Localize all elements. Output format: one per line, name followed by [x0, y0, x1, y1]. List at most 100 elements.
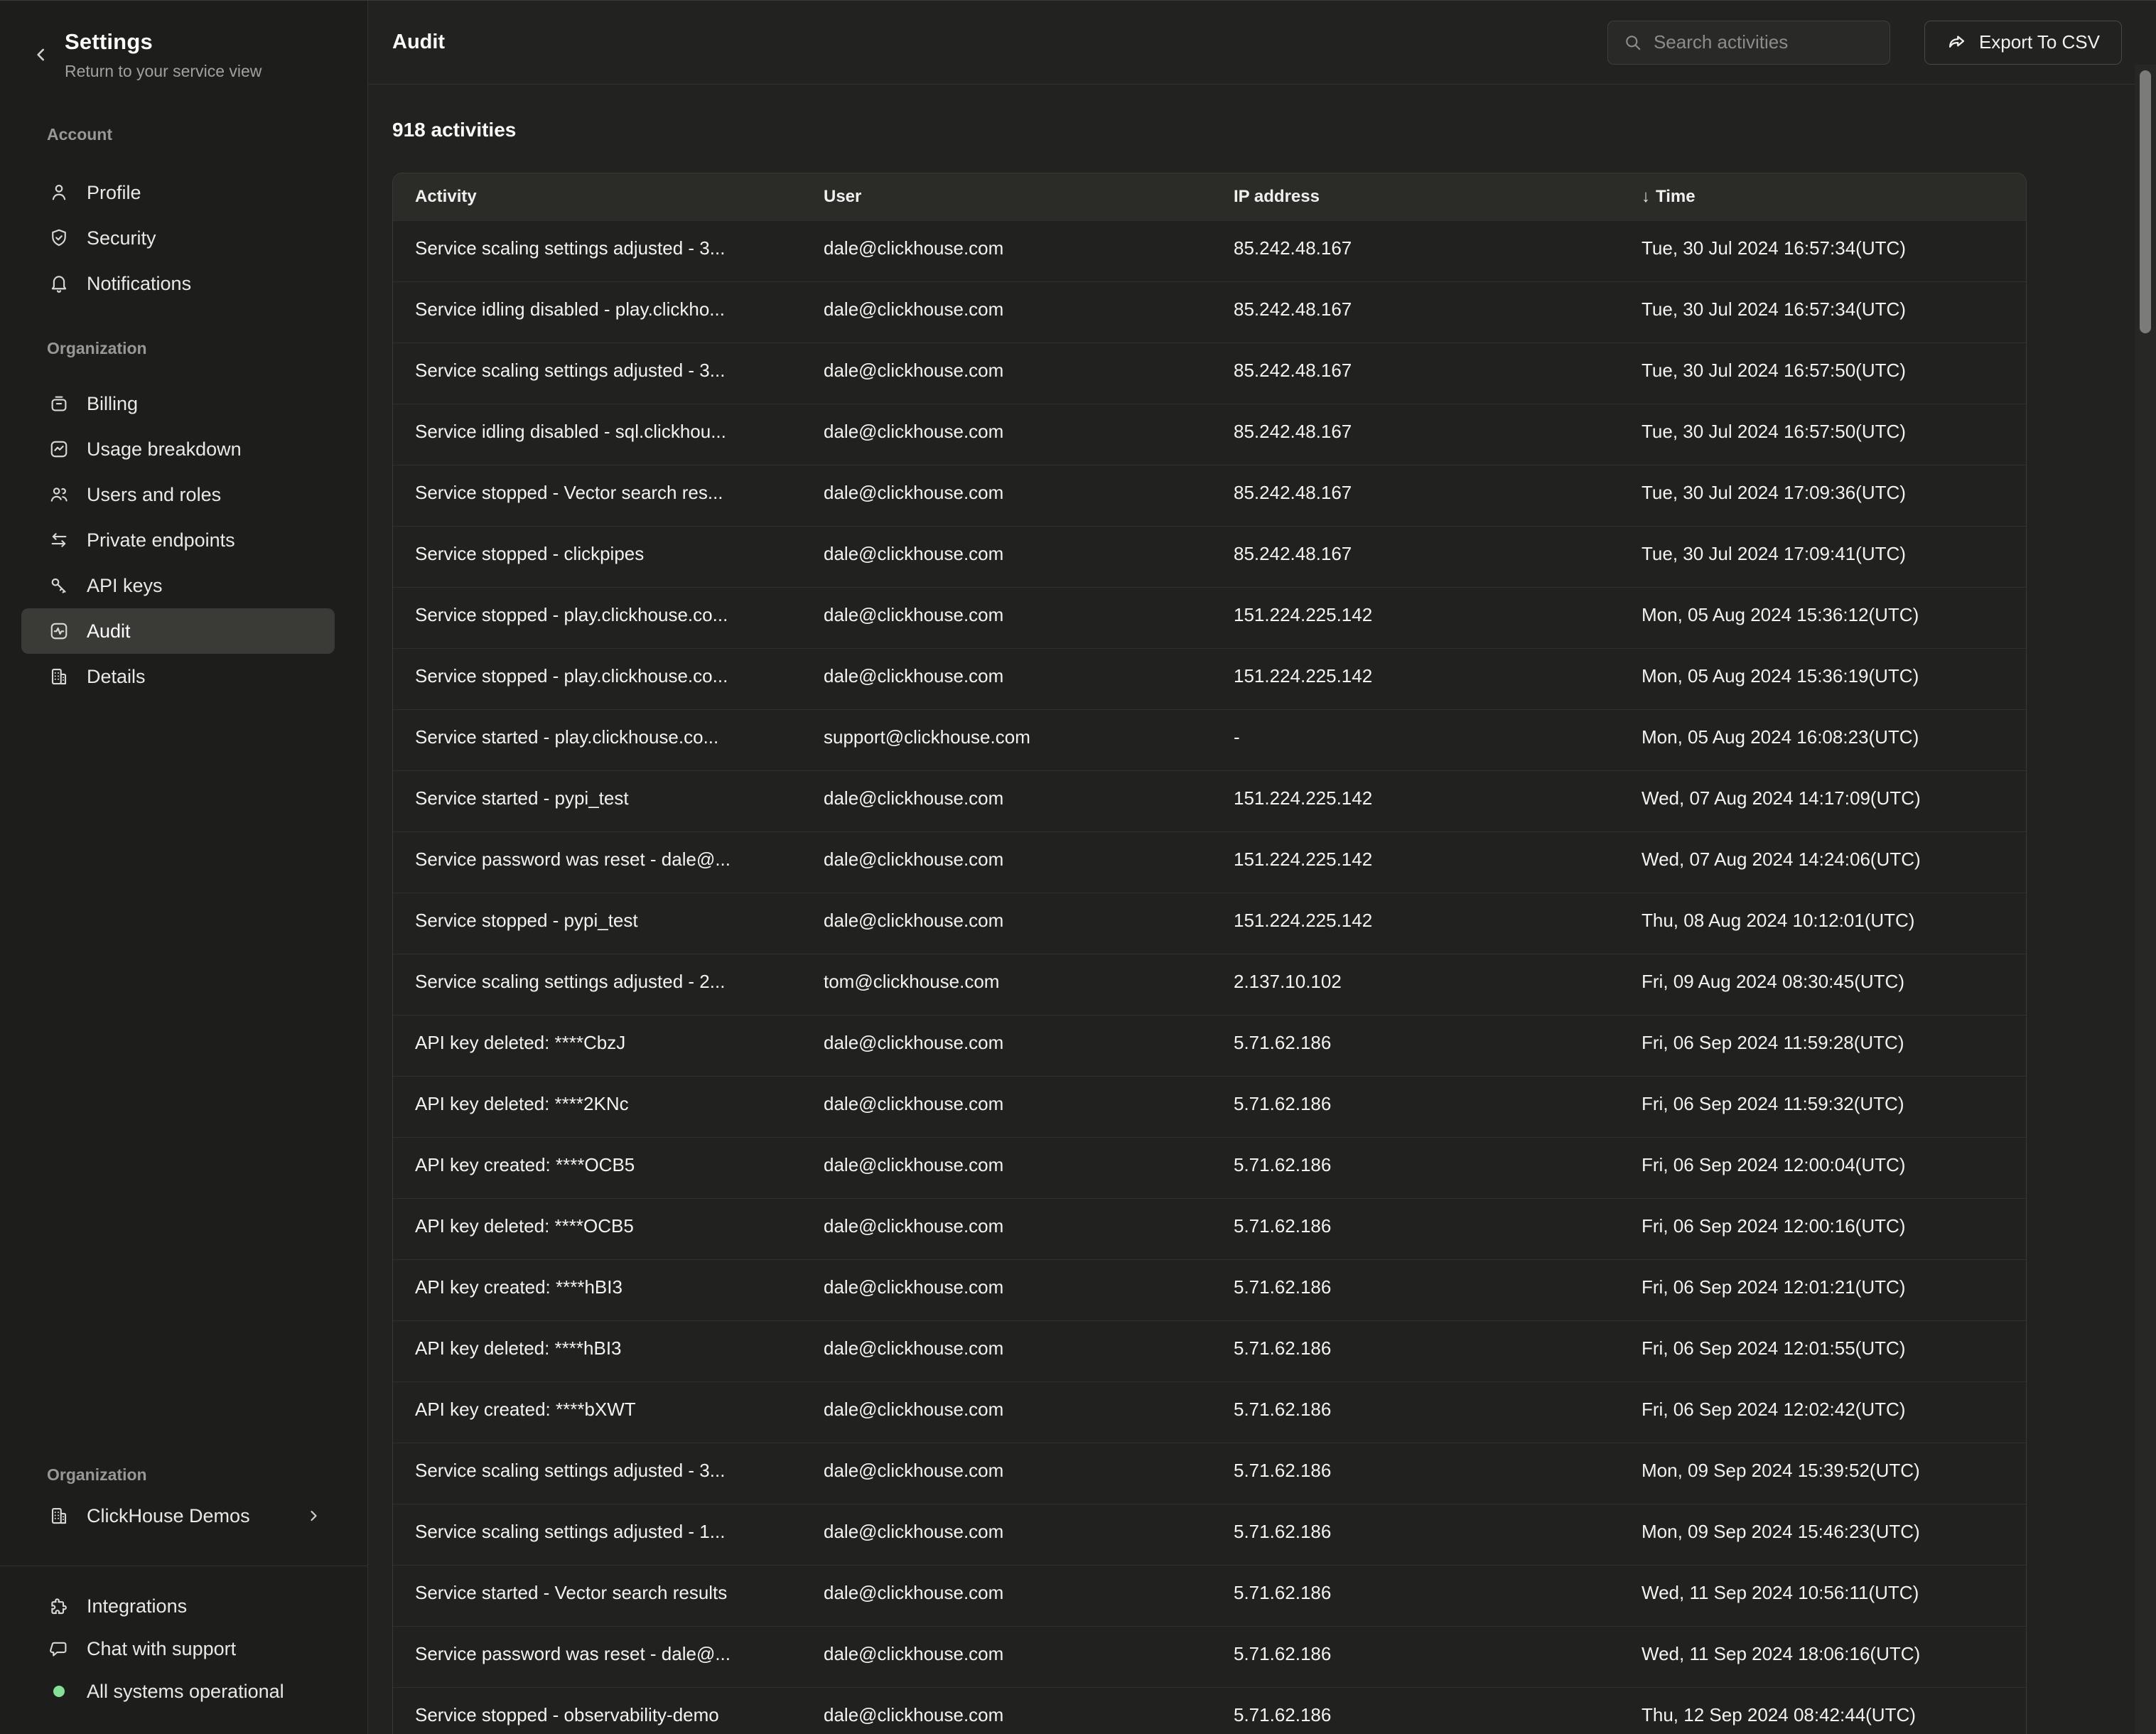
sidebar-item-users-and-roles[interactable]: Users and roles — [21, 472, 335, 517]
table-row: Service stopped - pypi_test dale@clickho… — [393, 893, 2026, 954]
cell-ip-address: - — [1212, 710, 1619, 770]
sidebar-header: Settings Return to your service view — [0, 1, 367, 81]
chevron-right-icon — [305, 1507, 322, 1524]
sidebar-item-system-status[interactable]: All systems operational — [21, 1670, 335, 1713]
content: 918 activities Activity User IP address … — [368, 85, 2156, 1734]
org-switcher-clickhouse-demos[interactable]: ClickHouse Demos — [21, 1493, 335, 1539]
cell-ip-address: 151.224.225.142 — [1212, 588, 1619, 648]
bell-icon — [48, 273, 70, 294]
sidebar-item-label: Usage breakdown — [87, 438, 242, 461]
cell-user: dale@clickhouse.com — [802, 404, 1212, 465]
users-icon — [48, 484, 70, 505]
cell-time: Thu, 12 Sep 2024 08:42:44(UTC) — [1619, 1688, 2027, 1734]
cell-time: Mon, 09 Sep 2024 15:39:52(UTC) — [1619, 1443, 2027, 1504]
table-row: Service stopped - observability-demo dal… — [393, 1687, 2026, 1734]
cell-time: Wed, 07 Aug 2024 14:17:09(UTC) — [1619, 771, 2027, 831]
cell-user: dale@clickhouse.com — [802, 527, 1212, 587]
arrows-swap-icon — [48, 529, 70, 551]
back-button[interactable] — [27, 41, 55, 69]
cell-user: dale@clickhouse.com — [802, 465, 1212, 526]
cell-ip-address: 5.71.62.186 — [1212, 1016, 1619, 1076]
export-to-csv-button[interactable]: Export To CSV — [1924, 21, 2122, 65]
org-switcher-block: Organization ClickHouse Demos — [0, 1465, 367, 1539]
green-status-dot — [53, 1686, 65, 1697]
cell-activity: API key deleted: ****hBI3 — [393, 1321, 802, 1382]
cell-ip-address: 151.224.225.142 — [1212, 893, 1619, 954]
table-row: Service started - pypi_test dale@clickho… — [393, 770, 2026, 831]
table-row: Service scaling settings adjusted - 3...… — [393, 343, 2026, 404]
table-row: API key deleted: ****OCB5 dale@clickhous… — [393, 1198, 2026, 1259]
table-row: API key created: ****hBI3 dale@clickhous… — [393, 1259, 2026, 1320]
cell-ip-address: 5.71.62.186 — [1212, 1443, 1619, 1504]
sidebar-item-label: API keys — [87, 575, 163, 597]
cell-ip-address: 2.137.10.102 — [1212, 954, 1619, 1015]
sidebar-item-label: Notifications — [87, 273, 191, 295]
table-row: Service scaling settings adjusted - 3...… — [393, 220, 2026, 281]
cell-time: Fri, 06 Sep 2024 11:59:28(UTC) — [1619, 1016, 2027, 1076]
cell-time: Tue, 30 Jul 2024 16:57:50(UTC) — [1619, 404, 2027, 465]
cell-ip-address: 151.224.225.142 — [1212, 832, 1619, 893]
cell-user: dale@clickhouse.com — [802, 832, 1212, 893]
cell-activity: Service scaling settings adjusted - 3... — [393, 1443, 802, 1504]
user-icon — [48, 182, 70, 203]
search-icon — [1622, 32, 1643, 53]
cell-user: dale@clickhouse.com — [802, 588, 1212, 648]
sidebar-item-chat-with-support[interactable]: Chat with support — [21, 1627, 335, 1670]
cell-time: Wed, 07 Aug 2024 14:24:06(UTC) — [1619, 832, 2027, 893]
sidebar-item-usage-breakdown[interactable]: Usage breakdown — [21, 426, 335, 472]
sidebar-item-security[interactable]: Security — [21, 215, 335, 261]
cell-activity: API key deleted: ****OCB5 — [393, 1199, 802, 1259]
cell-user: support@clickhouse.com — [802, 710, 1212, 770]
search-input[interactable] — [1654, 31, 1875, 53]
cell-ip-address: 85.242.48.167 — [1212, 465, 1619, 526]
table-row: Service stopped - Vector search res... d… — [393, 465, 2026, 526]
scrollbar-thumb[interactable] — [2140, 70, 2151, 333]
column-header-activity[interactable]: Activity — [393, 187, 802, 207]
cell-user: dale@clickhouse.com — [802, 1016, 1212, 1076]
cell-user: dale@clickhouse.com — [802, 1688, 1212, 1734]
chat-bubble-icon — [48, 1638, 70, 1659]
table-header-row: Activity User IP address ↓ Time — [393, 173, 2026, 220]
cell-ip-address: 85.242.48.167 — [1212, 221, 1619, 281]
table-row: Service scaling settings adjusted - 1...… — [393, 1504, 2026, 1565]
scrollbar-track[interactable] — [2135, 65, 2156, 1734]
column-header-user[interactable]: User — [802, 187, 1212, 207]
cell-activity: Service password was reset - dale@... — [393, 832, 802, 893]
cell-activity: API key deleted: ****2KNc — [393, 1077, 802, 1137]
cell-time: Tue, 30 Jul 2024 16:57:34(UTC) — [1619, 221, 2027, 281]
cell-time: Thu, 08 Aug 2024 10:12:01(UTC) — [1619, 893, 2027, 954]
sidebar-subtitle: Return to your service view — [65, 62, 346, 81]
export-button-label: Export To CSV — [1979, 31, 2100, 53]
cell-user: dale@clickhouse.com — [802, 1077, 1212, 1137]
table-row: Service stopped - play.clickhouse.co... … — [393, 648, 2026, 709]
cell-activity: Service scaling settings adjusted - 3... — [393, 343, 802, 404]
sidebar-item-audit[interactable]: Audit — [21, 608, 335, 654]
sidebar-item-billing[interactable]: Billing — [21, 381, 335, 426]
cell-activity: Service scaling settings adjusted - 2... — [393, 954, 802, 1015]
sidebar-footer: Integrations Chat with support All syste… — [0, 1566, 367, 1734]
sort-desc-arrow-icon: ↓ — [1642, 187, 1650, 207]
cell-time: Mon, 05 Aug 2024 15:36:12(UTC) — [1619, 588, 2027, 648]
sidebar-item-profile[interactable]: Profile — [21, 170, 335, 215]
column-header-time[interactable]: ↓ Time — [1619, 187, 2027, 207]
building-icon — [48, 666, 70, 687]
sidebar-item-private-endpoints[interactable]: Private endpoints — [21, 517, 335, 563]
sidebar-item-api-keys[interactable]: API keys — [21, 563, 335, 608]
table-row: Service scaling settings adjusted - 3...… — [393, 1443, 2026, 1504]
cell-ip-address: 151.224.225.142 — [1212, 771, 1619, 831]
table-row: Service stopped - clickpipes dale@clickh… — [393, 526, 2026, 587]
sidebar-item-details[interactable]: Details — [21, 654, 335, 699]
cell-time: Mon, 05 Aug 2024 16:08:23(UTC) — [1619, 710, 2027, 770]
sidebar-item-notifications[interactable]: Notifications — [21, 261, 335, 306]
sidebar-item-label: Audit — [87, 620, 131, 642]
search-box — [1607, 21, 1890, 65]
cell-ip-address: 5.71.62.186 — [1212, 1321, 1619, 1382]
shield-check-icon — [48, 227, 70, 249]
sidebar: Settings Return to your service view Acc… — [0, 1, 368, 1734]
cell-ip-address: 5.71.62.186 — [1212, 1138, 1619, 1198]
building-icon — [48, 1505, 70, 1526]
column-header-ip-address[interactable]: IP address — [1212, 187, 1619, 207]
sidebar-item-label: Integrations — [87, 1595, 187, 1617]
sidebar-item-integrations[interactable]: Integrations — [21, 1585, 335, 1627]
sidebar-item-label: Private endpoints — [87, 529, 235, 551]
